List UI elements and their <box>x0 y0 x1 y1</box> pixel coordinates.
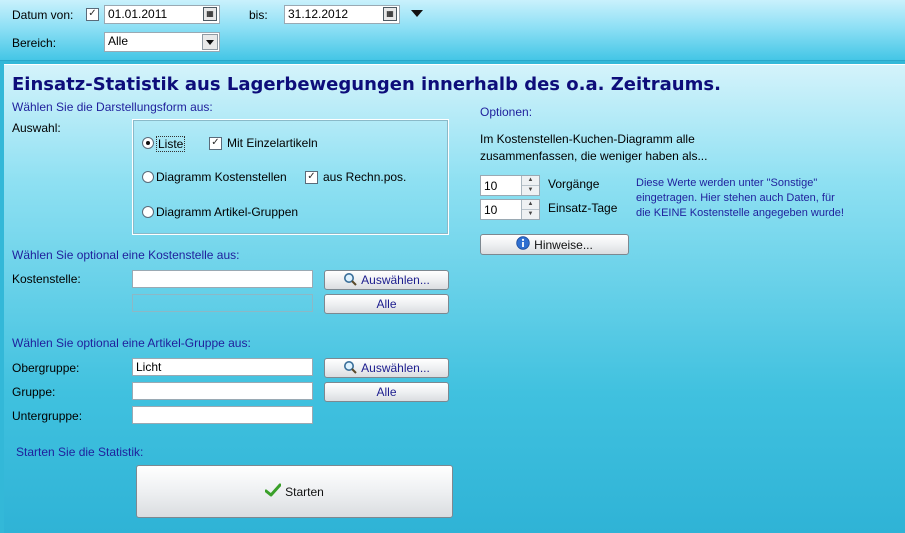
radio-liste[interactable] <box>142 137 154 149</box>
vorgaenge-label: Vorgänge <box>548 177 600 191</box>
datum-von-checkbox[interactable]: ✓ <box>86 8 99 21</box>
chevron-down-icon[interactable] <box>202 34 218 50</box>
bereich-label: Bereich: <box>12 36 57 50</box>
chevron-up-icon[interactable]: ▲ <box>522 200 539 210</box>
check-icon: ✓ <box>88 8 97 19</box>
chevron-down-icon[interactable]: ▼ <box>522 210 539 220</box>
kostenstelle-label: Kostenstelle: <box>12 272 81 286</box>
aus-rechn-pos-label[interactable]: aus Rechn.pos. <box>323 170 406 184</box>
checkmark-icon <box>264 483 282 500</box>
untergruppe-input[interactable] <box>132 406 313 424</box>
darstellung-heading: Wählen Sie die Darstellungsform aus: <box>12 100 213 114</box>
artikelgruppe-auswaehlen-button[interactable]: Auswählen... <box>324 358 449 378</box>
artikelgruppe-alle-button[interactable]: Alle <box>324 382 449 402</box>
starten-heading: Starten Sie die Statistik: <box>16 445 144 459</box>
einsatztage-value: 10 <box>484 203 498 217</box>
optionen-note-line2: eingetragen. Hier stehen auch Daten, für <box>636 192 835 204</box>
auswaehlen-label: Auswählen... <box>361 273 430 287</box>
info-icon <box>516 236 530 253</box>
check-icon: ✓ <box>307 171 316 182</box>
optionen-note-line1: Diese Werte werden unter "Sonstige" <box>636 177 818 189</box>
datum-von-label: Datum von: <box>12 8 74 22</box>
aus-rechn-pos-checkbox[interactable]: ✓ <box>305 171 318 184</box>
gruppe-input[interactable] <box>132 382 313 400</box>
radio-diagramm-artikel-gruppen[interactable] <box>142 206 154 218</box>
check-icon: ✓ <box>211 137 220 148</box>
mit-einzelartikeln-label[interactable]: Mit Einzelartikeln <box>227 136 318 150</box>
main-panel: Einsatz-Statistik aus Lagerbewegungen in… <box>4 64 905 533</box>
calendar-icon[interactable]: ▦ <box>383 7 397 21</box>
optionen-description-line2: zusammenfassen, die weniger haben als... <box>480 149 708 163</box>
gruppe-label: Gruppe: <box>12 385 56 399</box>
optionen-heading: Optionen: <box>480 105 533 119</box>
auswahl-label: Auswahl: <box>12 121 61 135</box>
bereich-value: Alle <box>108 34 129 48</box>
kostenstelle-heading: Wählen Sie optional eine Kostenstelle au… <box>12 248 240 262</box>
optionen-note-line3: die KEINE Kostenstelle angegeben wurde! <box>636 207 844 219</box>
obergruppe-label: Obergruppe: <box>12 361 80 375</box>
hinweise-label: Hinweise... <box>534 237 593 252</box>
optionen-description-line1: Im Kostenstellen-Kuchen-Diagramm alle <box>480 132 695 146</box>
alle-label: Alle <box>376 385 397 399</box>
chevron-down-icon[interactable]: ▼ <box>522 186 539 196</box>
obergruppe-input[interactable]: Licht <box>132 358 313 376</box>
radio-diagramm-artikel-gruppen-label[interactable]: Diagramm Artikel-Gruppen <box>156 205 298 219</box>
auswaehlen-label: Auswählen... <box>361 361 430 375</box>
datum-von-value: 01.01.2011 <box>108 7 168 21</box>
kostenstelle-info-field <box>132 294 313 312</box>
mit-einzelartikeln-checkbox[interactable]: ✓ <box>209 137 222 150</box>
kostenstelle-input[interactable] <box>132 270 313 288</box>
starten-button[interactable]: Starten <box>136 465 453 518</box>
dropdown-arrow-icon[interactable] <box>411 10 423 17</box>
calendar-icon[interactable]: ▦ <box>203 7 217 21</box>
radio-liste-label[interactable]: Liste <box>156 136 186 152</box>
einsatztage-spinner-buttons[interactable]: ▲ ▼ <box>521 200 539 219</box>
einsatztage-label: Einsatz-Tage <box>548 201 618 215</box>
search-icon <box>343 272 357 289</box>
radio-diagramm-kostenstellen-label[interactable]: Diagramm Kostenstellen <box>156 170 287 184</box>
untergruppe-label: Untergruppe: <box>12 409 83 423</box>
radio-diagramm-kostenstellen[interactable] <box>142 171 154 183</box>
filter-bar: Datum von: ✓ 01.01.2011 ▦ bis: 31.12.201… <box>0 0 905 61</box>
search-icon <box>343 360 357 377</box>
vorgaenge-spinner-buttons[interactable]: ▲ ▼ <box>521 176 539 195</box>
bis-value: 31.12.2012 <box>288 7 349 21</box>
artikelgruppe-heading: Wählen Sie optional eine Artikel-Gruppe … <box>12 336 251 350</box>
obergruppe-value: Licht <box>136 360 162 374</box>
kostenstelle-alle-button[interactable]: Alle <box>324 294 449 314</box>
page-title: Einsatz-Statistik aus Lagerbewegungen in… <box>12 74 721 95</box>
bis-label: bis: <box>249 8 268 22</box>
hinweise-button[interactable]: Hinweise... <box>480 234 629 255</box>
alle-label: Alle <box>376 297 397 311</box>
vorgaenge-value: 10 <box>484 179 498 193</box>
starten-label: Starten <box>285 484 324 499</box>
chevron-up-icon[interactable]: ▲ <box>522 176 539 186</box>
kostenstelle-auswaehlen-button[interactable]: Auswählen... <box>324 270 449 290</box>
